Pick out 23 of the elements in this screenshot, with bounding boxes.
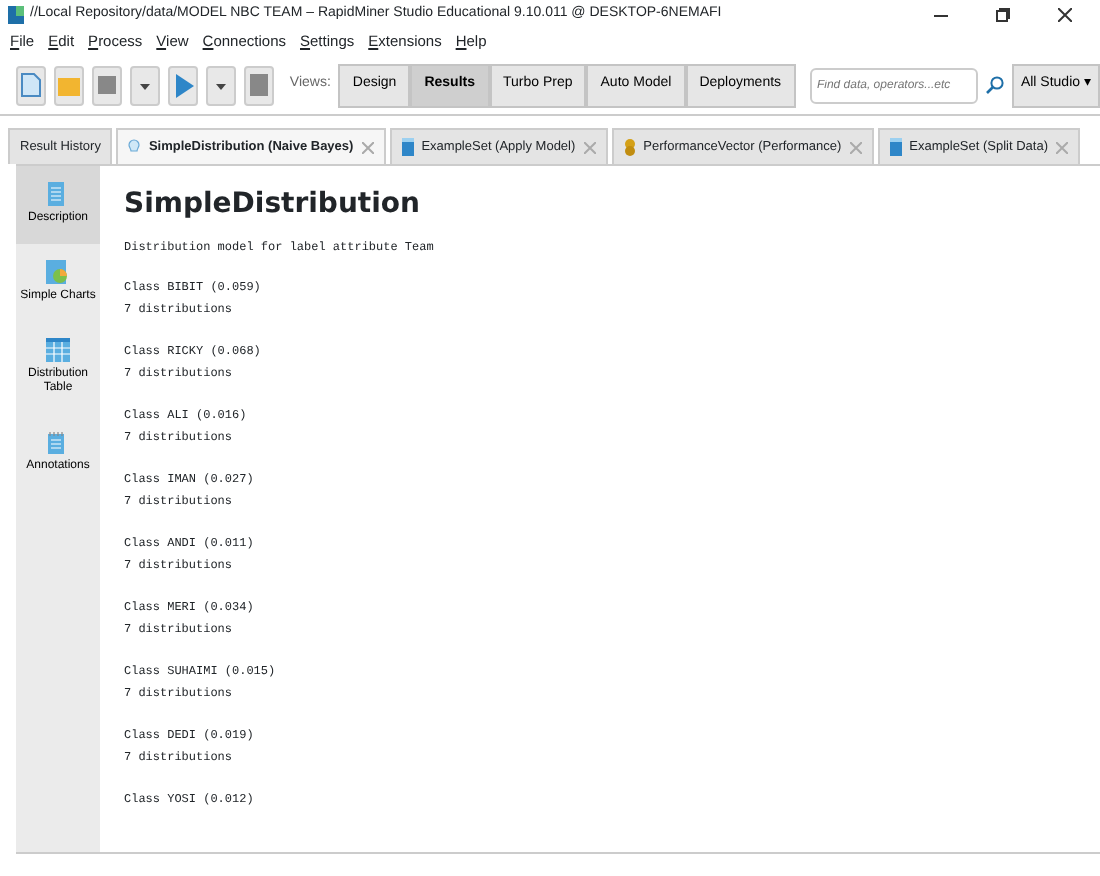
dropdown-icon[interactable] [206, 65, 236, 105]
close-icon [361, 141, 374, 153]
bulb-icon [128, 138, 141, 156]
play-icon[interactable] [168, 65, 198, 105]
table-icon [46, 337, 70, 362]
new-document-icon[interactable] [16, 65, 46, 105]
close-icon [583, 141, 596, 153]
content-heading: SimpleDistribution [124, 186, 422, 222]
stop-icon[interactable] [244, 65, 274, 105]
restore-icon[interactable] [995, 8, 1009, 23]
close-icon [849, 141, 862, 153]
save-icon[interactable] [92, 65, 122, 105]
coins-icon [623, 138, 636, 156]
table-icon [889, 138, 902, 156]
close-icon [1056, 141, 1069, 153]
notepad-icon [46, 430, 70, 455]
close-icon[interactable] [1057, 8, 1071, 23]
app-icon [8, 5, 24, 23]
table-icon [401, 138, 414, 156]
dropdown-icon[interactable] [130, 65, 160, 105]
chart-icon [46, 259, 70, 284]
document-icon [46, 182, 70, 206]
search-icon [986, 76, 1005, 94]
